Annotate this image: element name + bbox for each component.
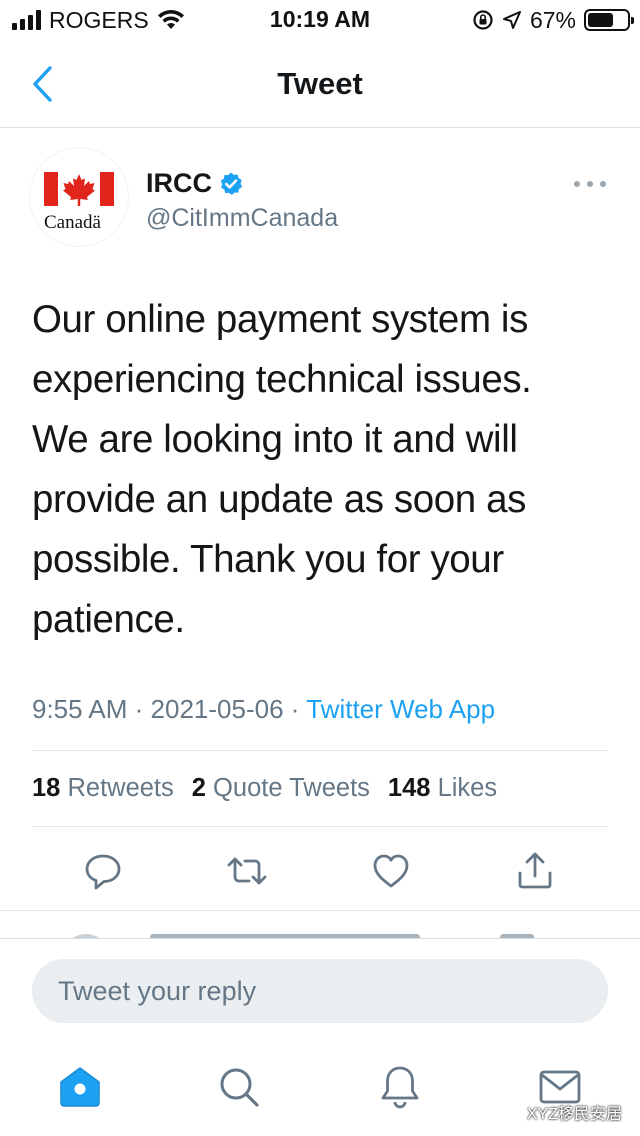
divider xyxy=(32,750,608,751)
tweet-actions xyxy=(0,846,640,896)
retweet-icon xyxy=(227,857,267,885)
status-bar: ROGERS 10:19 AM 67% xyxy=(0,0,640,40)
more-button[interactable] xyxy=(570,172,610,196)
tweet-time: 9:55 AM xyxy=(32,694,128,724)
reply-bar: Tweet your reply xyxy=(0,938,640,1038)
avatar[interactable]: Canadä xyxy=(30,148,128,246)
retweets-label: Retweets xyxy=(67,774,174,802)
tweet-date: 2021-05-06 xyxy=(150,694,284,724)
status-right: 67% xyxy=(472,6,634,34)
quote-tweets-label: Quote Tweets xyxy=(213,774,370,802)
share-icon xyxy=(518,852,552,889)
reply-icon xyxy=(85,854,121,890)
next-reply-preview[interactable] xyxy=(0,912,640,938)
user-handle[interactable]: @CitImmCanada xyxy=(146,204,338,233)
watermark: XYZ移民安居 xyxy=(501,1100,622,1124)
reply-button[interactable] xyxy=(78,846,128,896)
retweets-stat[interactable]: 18 Retweets xyxy=(32,774,174,803)
reply-placeholder: Tweet your reply xyxy=(58,975,257,1006)
wechat-icon xyxy=(501,1103,523,1121)
canada-wordmark: Canadä xyxy=(44,212,102,233)
quote-tweets-stat[interactable]: 2 Quote Tweets xyxy=(192,774,370,803)
divider xyxy=(32,826,608,827)
like-icon xyxy=(373,854,409,888)
share-button[interactable] xyxy=(510,846,560,896)
watermark-text: XYZ移民安居 xyxy=(526,1106,622,1123)
meta-separator: · xyxy=(290,694,300,724)
tab-search[interactable] xyxy=(214,1062,264,1112)
home-icon xyxy=(60,1067,100,1107)
page-title: Tweet xyxy=(277,66,363,101)
location-arrow-icon xyxy=(502,11,521,29)
retweet-button[interactable] xyxy=(222,846,272,896)
search-icon xyxy=(220,1068,259,1107)
notifications-icon xyxy=(381,1066,419,1109)
battery-percent: 67% xyxy=(529,6,576,33)
canada-flag-logo: Canadä xyxy=(44,172,114,233)
tweet-source-link[interactable]: Twitter Web App xyxy=(306,694,495,724)
divider xyxy=(0,910,640,911)
battery-fill xyxy=(588,13,614,27)
meta-separator: · xyxy=(134,694,144,724)
reply-input[interactable]: Tweet your reply xyxy=(32,959,608,1023)
retweets-count: 18 xyxy=(32,774,61,802)
nav-header: Tweet xyxy=(0,44,640,128)
tab-home[interactable] xyxy=(55,1062,105,1112)
tab-notifications[interactable] xyxy=(375,1062,425,1112)
rotation-lock-icon xyxy=(473,10,493,30)
like-button[interactable] xyxy=(366,846,416,896)
more-horizontal-icon xyxy=(574,181,606,187)
tweet-text: Our online payment system is experiencin… xyxy=(32,298,532,641)
display-name[interactable]: IRCC xyxy=(146,168,244,199)
likes-count: 148 xyxy=(387,774,431,802)
verified-badge-icon xyxy=(220,172,242,195)
likes-label: Likes xyxy=(437,774,498,802)
battery-icon xyxy=(584,9,634,31)
tweet-stats: 18 Retweets 2 Quote Tweets 148 Likes xyxy=(32,774,497,803)
tweet-meta: 9:55 AM · 2021-05-06 · Twitter Web App xyxy=(32,694,495,725)
display-name-text: IRCC xyxy=(146,168,212,198)
likes-stat[interactable]: 148 Likes xyxy=(388,774,497,803)
quote-tweets-count: 2 xyxy=(191,774,206,802)
